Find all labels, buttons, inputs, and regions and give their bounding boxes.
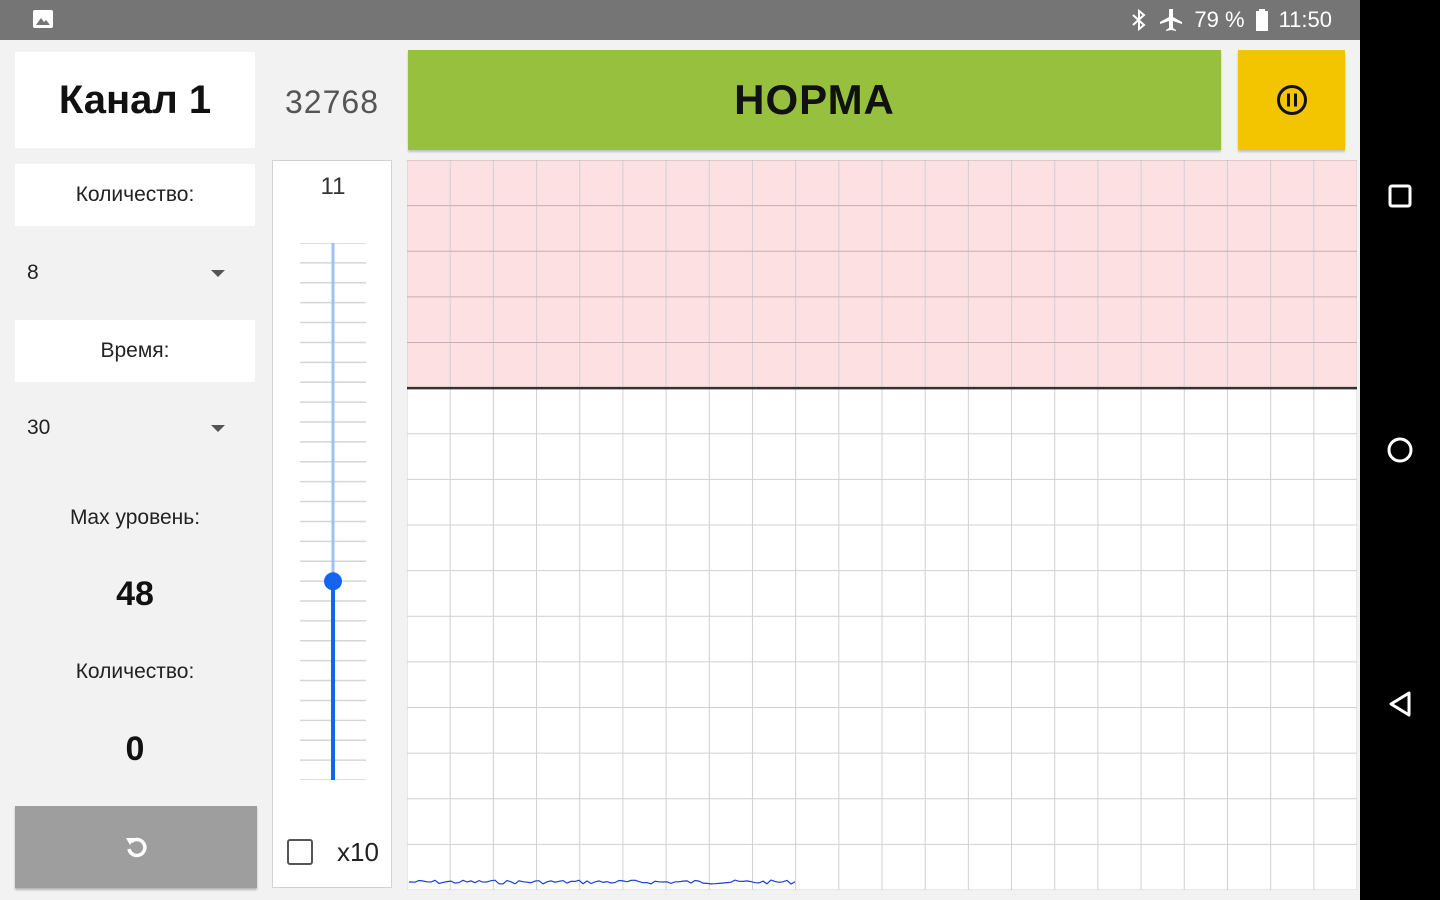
count-label: Количество: — [15, 164, 255, 226]
pause-circle-icon — [1276, 85, 1307, 115]
counter-value: 32768 — [285, 83, 379, 120]
bluetooth-icon — [1132, 8, 1146, 32]
pause-button[interactable] — [1238, 50, 1345, 150]
time-label: Время: — [15, 320, 255, 382]
back-button[interactable] — [1382, 686, 1418, 722]
signal-graph — [407, 160, 1357, 890]
x10-checkbox[interactable] — [287, 839, 313, 865]
home-button[interactable] — [1382, 432, 1418, 468]
count-select[interactable]: 8 — [15, 242, 255, 304]
navigation-bar — [1360, 0, 1440, 900]
sensitivity-slider[interactable] — [300, 243, 366, 780]
dropdown-arrow-icon — [211, 425, 225, 432]
dropdown-arrow-icon — [211, 270, 225, 277]
battery-icon — [1255, 9, 1268, 31]
reset-button[interactable] — [15, 806, 257, 888]
slider-value: 11 — [320, 173, 346, 200]
status-bar: 79 % 11:50 — [0, 0, 1360, 40]
clock: 11:50 — [1278, 7, 1332, 32]
airplane-icon — [1160, 9, 1183, 31]
max-level-label: Max уровень: — [69, 506, 201, 529]
time-select-value: 30 — [27, 416, 51, 439]
recent-apps-icon — [1388, 184, 1412, 208]
slider-thumb — [324, 572, 342, 591]
reset-icon — [126, 837, 147, 858]
quantity-value: 0 — [125, 730, 145, 768]
count-select-value: 8 — [27, 261, 39, 284]
status-banner: НОРМА — [408, 50, 1221, 150]
channel-title: Канал 1 — [15, 52, 255, 148]
quantity-label: Количество: — [75, 660, 195, 683]
x10-label: x10 — [337, 837, 379, 867]
sensitivity-panel: 11 x10 — [272, 160, 392, 888]
time-select[interactable]: 30 — [15, 397, 255, 459]
home-icon — [1387, 437, 1413, 463]
gallery-icon — [33, 10, 53, 28]
battery-percent: 79 % — [1194, 7, 1245, 32]
recent-apps-button[interactable] — [1382, 178, 1418, 214]
back-icon — [1389, 691, 1411, 717]
max-level-value: 48 — [116, 575, 154, 613]
app-content: Канал 1 32768 Количество: 8 Время: 30 Ma… — [0, 40, 1360, 900]
